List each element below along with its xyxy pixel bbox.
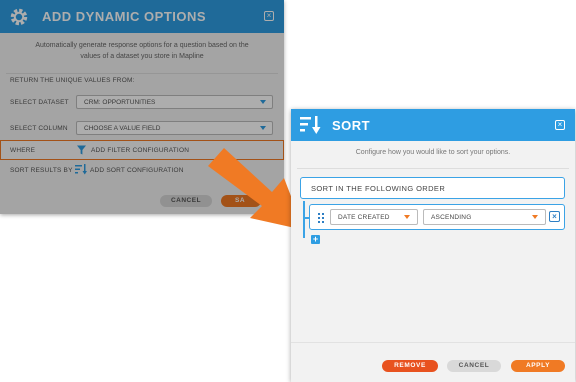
chevron-down-icon bbox=[404, 215, 410, 219]
divider bbox=[291, 342, 575, 343]
sort-order-header: SORT IN THE FOLLOWING ORDER bbox=[300, 177, 565, 199]
apply-button[interactable]: APPLY bbox=[511, 360, 565, 372]
drag-handle-icon[interactable] bbox=[318, 213, 324, 223]
chevron-down-icon bbox=[532, 215, 538, 219]
tree-connector bbox=[303, 201, 305, 238]
dialog-description: Configure how you would like to sort you… bbox=[355, 149, 511, 156]
sort-direction-select[interactable]: ASCENDING bbox=[423, 209, 546, 225]
remove-rule-icon[interactable]: × bbox=[549, 211, 560, 222]
sort-rule-row: DATE CREATED ASCENDING × bbox=[309, 204, 565, 230]
sort-field-select[interactable]: DATE CREATED bbox=[330, 209, 418, 225]
close-icon[interactable]: × bbox=[555, 120, 565, 130]
dialog-title: SORT bbox=[332, 118, 371, 133]
divider bbox=[297, 168, 569, 169]
sort-direction-value: ASCENDING bbox=[431, 214, 472, 221]
sort-field-value: DATE CREATED bbox=[338, 214, 390, 221]
dialog-header: SORT × bbox=[291, 109, 575, 141]
remove-button[interactable]: REMOVE bbox=[382, 360, 438, 372]
sort-icon bbox=[300, 116, 321, 134]
add-rule-icon[interactable]: + bbox=[311, 235, 320, 244]
sort-dialog: SORT × Configure how you would like to s… bbox=[291, 109, 575, 382]
cancel-button[interactable]: CANCEL bbox=[447, 360, 501, 372]
